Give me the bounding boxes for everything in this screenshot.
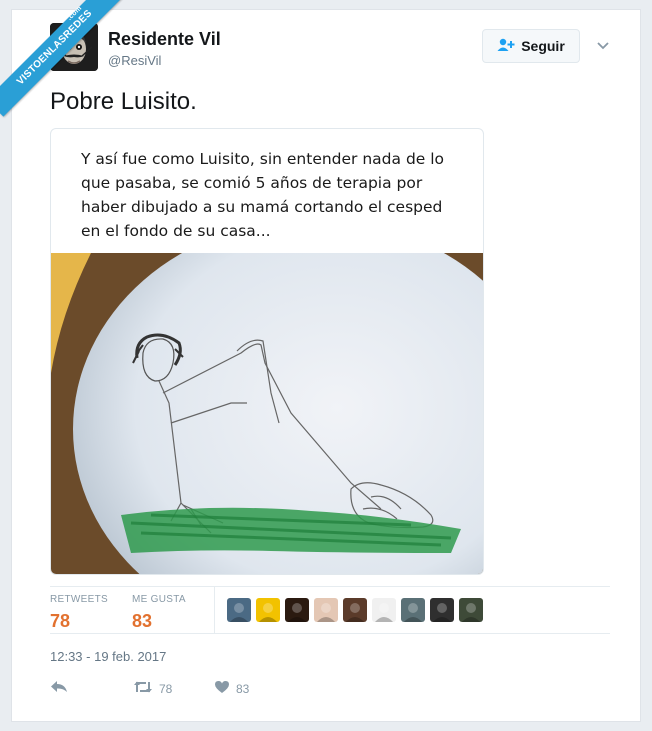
mountain-avatar[interactable] bbox=[401, 598, 425, 622]
likes-label: ME GUSTA bbox=[132, 594, 186, 605]
dark-portrait-avatar[interactable] bbox=[285, 598, 309, 622]
reply-icon bbox=[50, 680, 68, 697]
like-button[interactable]: 83 bbox=[214, 680, 249, 697]
tweet-media[interactable]: Y así fue como Luisito, sin entender nad… bbox=[50, 128, 484, 575]
landscape-avatar[interactable] bbox=[227, 598, 251, 622]
timestamp[interactable]: 12:33 - 19 feb. 2017 bbox=[50, 649, 166, 664]
drawing-photo bbox=[51, 253, 483, 574]
stats-bottom-divider bbox=[50, 633, 610, 634]
like-count: 83 bbox=[236, 681, 250, 696]
retweets-stat[interactable]: RETWEETS 78 bbox=[50, 594, 108, 632]
heart-icon bbox=[214, 680, 230, 697]
likes-value: 83 bbox=[132, 611, 153, 631]
woman-portrait-avatar[interactable] bbox=[430, 598, 454, 622]
bald-man-avatar[interactable] bbox=[314, 598, 338, 622]
watermark-ribbon: VISTOENLASREDES .com bbox=[0, 0, 130, 130]
retweet-count: 78 bbox=[159, 681, 173, 696]
follow-button[interactable]: Seguir bbox=[482, 29, 580, 63]
chevron-down-icon[interactable] bbox=[596, 38, 610, 56]
media-caption: Y así fue como Luisito, sin entender nad… bbox=[81, 150, 445, 240]
liker-avatars bbox=[227, 598, 483, 622]
stats-top-divider bbox=[50, 586, 610, 587]
likes-stat[interactable]: ME GUSTA 83 bbox=[132, 594, 186, 632]
retweets-label: RETWEETS bbox=[50, 594, 108, 605]
forest-avatar[interactable] bbox=[459, 598, 483, 622]
retweet-icon bbox=[133, 680, 153, 697]
retweets-value: 78 bbox=[50, 611, 71, 631]
follow-label: Seguir bbox=[521, 38, 565, 54]
reply-button[interactable] bbox=[50, 680, 68, 697]
stats-separator bbox=[214, 587, 215, 633]
cartoon-avatar[interactable] bbox=[372, 598, 396, 622]
warning-sign-avatar[interactable] bbox=[256, 598, 280, 622]
man-portrait-avatar[interactable] bbox=[343, 598, 367, 622]
retweet-button[interactable]: 78 bbox=[133, 680, 172, 697]
add-user-icon bbox=[497, 38, 515, 55]
